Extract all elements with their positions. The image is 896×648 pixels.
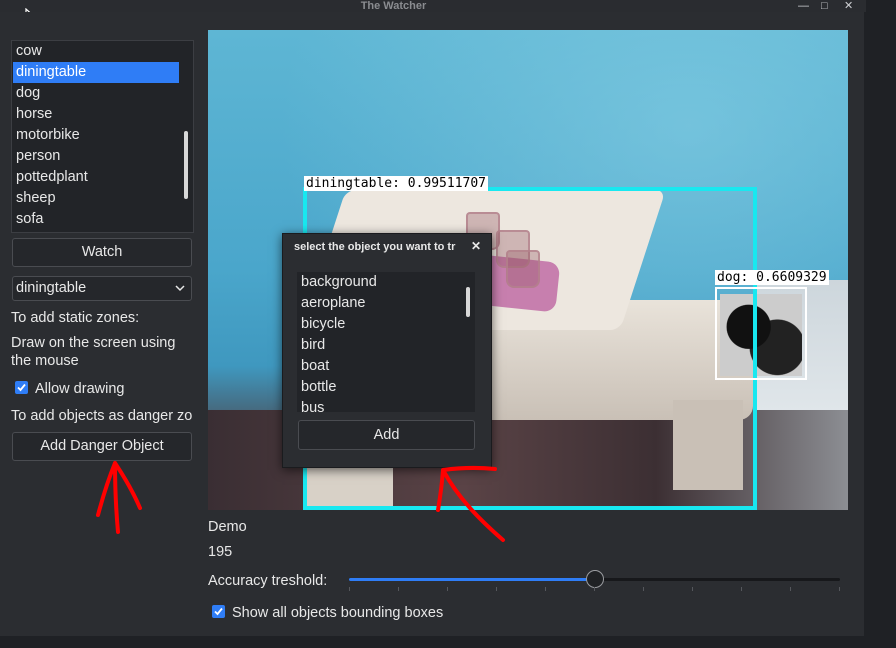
annotation-arrow-right: [436, 465, 505, 542]
annotation-arrow-left: [96, 461, 142, 534]
annotation-overlay: [96, 461, 505, 542]
